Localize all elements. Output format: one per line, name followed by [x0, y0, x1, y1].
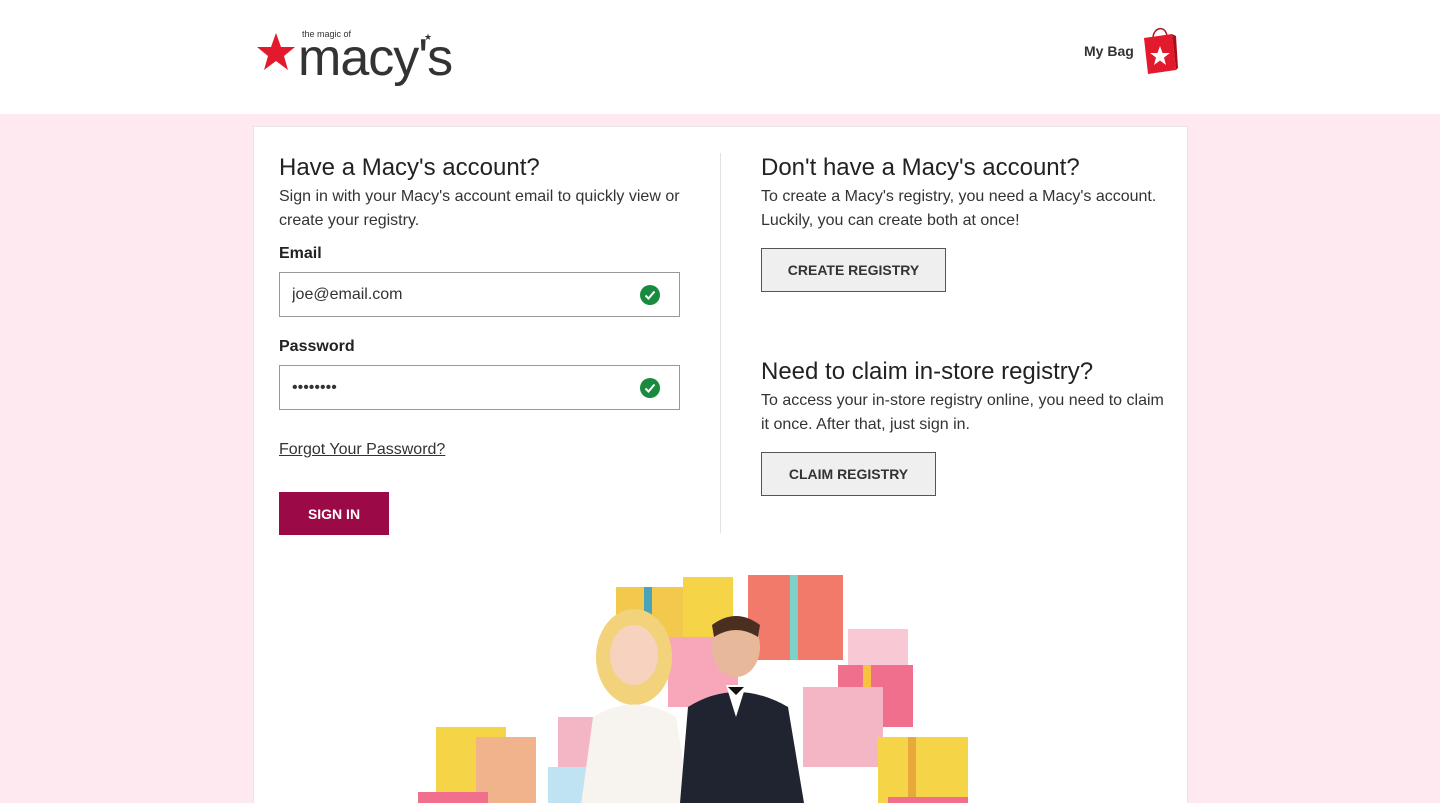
signin-section: Have a Macy's account? Sign in with your…: [279, 153, 681, 535]
password-field-wrapper: [279, 365, 680, 410]
wedding-couple-gifts-image: [418, 575, 968, 803]
column-divider: [720, 153, 721, 533]
claim-registry-button[interactable]: CLAIM REGISTRY: [761, 452, 936, 496]
claim-description: To access your in-store registry online,…: [761, 392, 1164, 433]
my-bag-button[interactable]: My Bag: [1084, 24, 1180, 76]
signin-description: Sign in with your Macy's account email t…: [279, 188, 680, 229]
my-bag-label: My Bag: [1084, 43, 1134, 59]
registry-signin-card: Have a Macy's account? Sign in with your…: [253, 126, 1188, 803]
logo-small-star-icon: ★: [424, 32, 433, 42]
password-input[interactable]: [280, 366, 620, 409]
sign-in-button[interactable]: SIGN IN: [279, 492, 389, 535]
email-input[interactable]: [280, 273, 620, 316]
email-field-wrapper: [279, 272, 680, 317]
create-heading: Don't have a Macy's account?: [761, 154, 1080, 181]
signin-heading: Have a Macy's account?: [279, 154, 540, 181]
forgot-password-link[interactable]: Forgot Your Password?: [279, 441, 445, 459]
macys-logo[interactable]: the magic of macy's ★: [256, 26, 453, 87]
password-label: Password: [279, 338, 355, 355]
email-label: Email: [279, 245, 322, 262]
claim-registry-section: Need to claim in-store registry? To acce…: [761, 357, 1171, 437]
shopping-bag-icon: [1144, 27, 1178, 74]
site-header: the magic of macy's ★ My Bag: [0, 0, 1440, 114]
macys-star-icon: [257, 33, 295, 70]
check-circle-icon: [640, 378, 660, 398]
create-account-section: Don't have a Macy's account? To create a…: [761, 153, 1171, 496]
claim-heading: Need to claim in-store registry?: [761, 358, 1094, 385]
check-circle-icon: [640, 285, 660, 305]
create-description: To create a Macy's registry, you need a …: [761, 188, 1157, 229]
create-registry-button[interactable]: CREATE REGISTRY: [761, 248, 946, 292]
